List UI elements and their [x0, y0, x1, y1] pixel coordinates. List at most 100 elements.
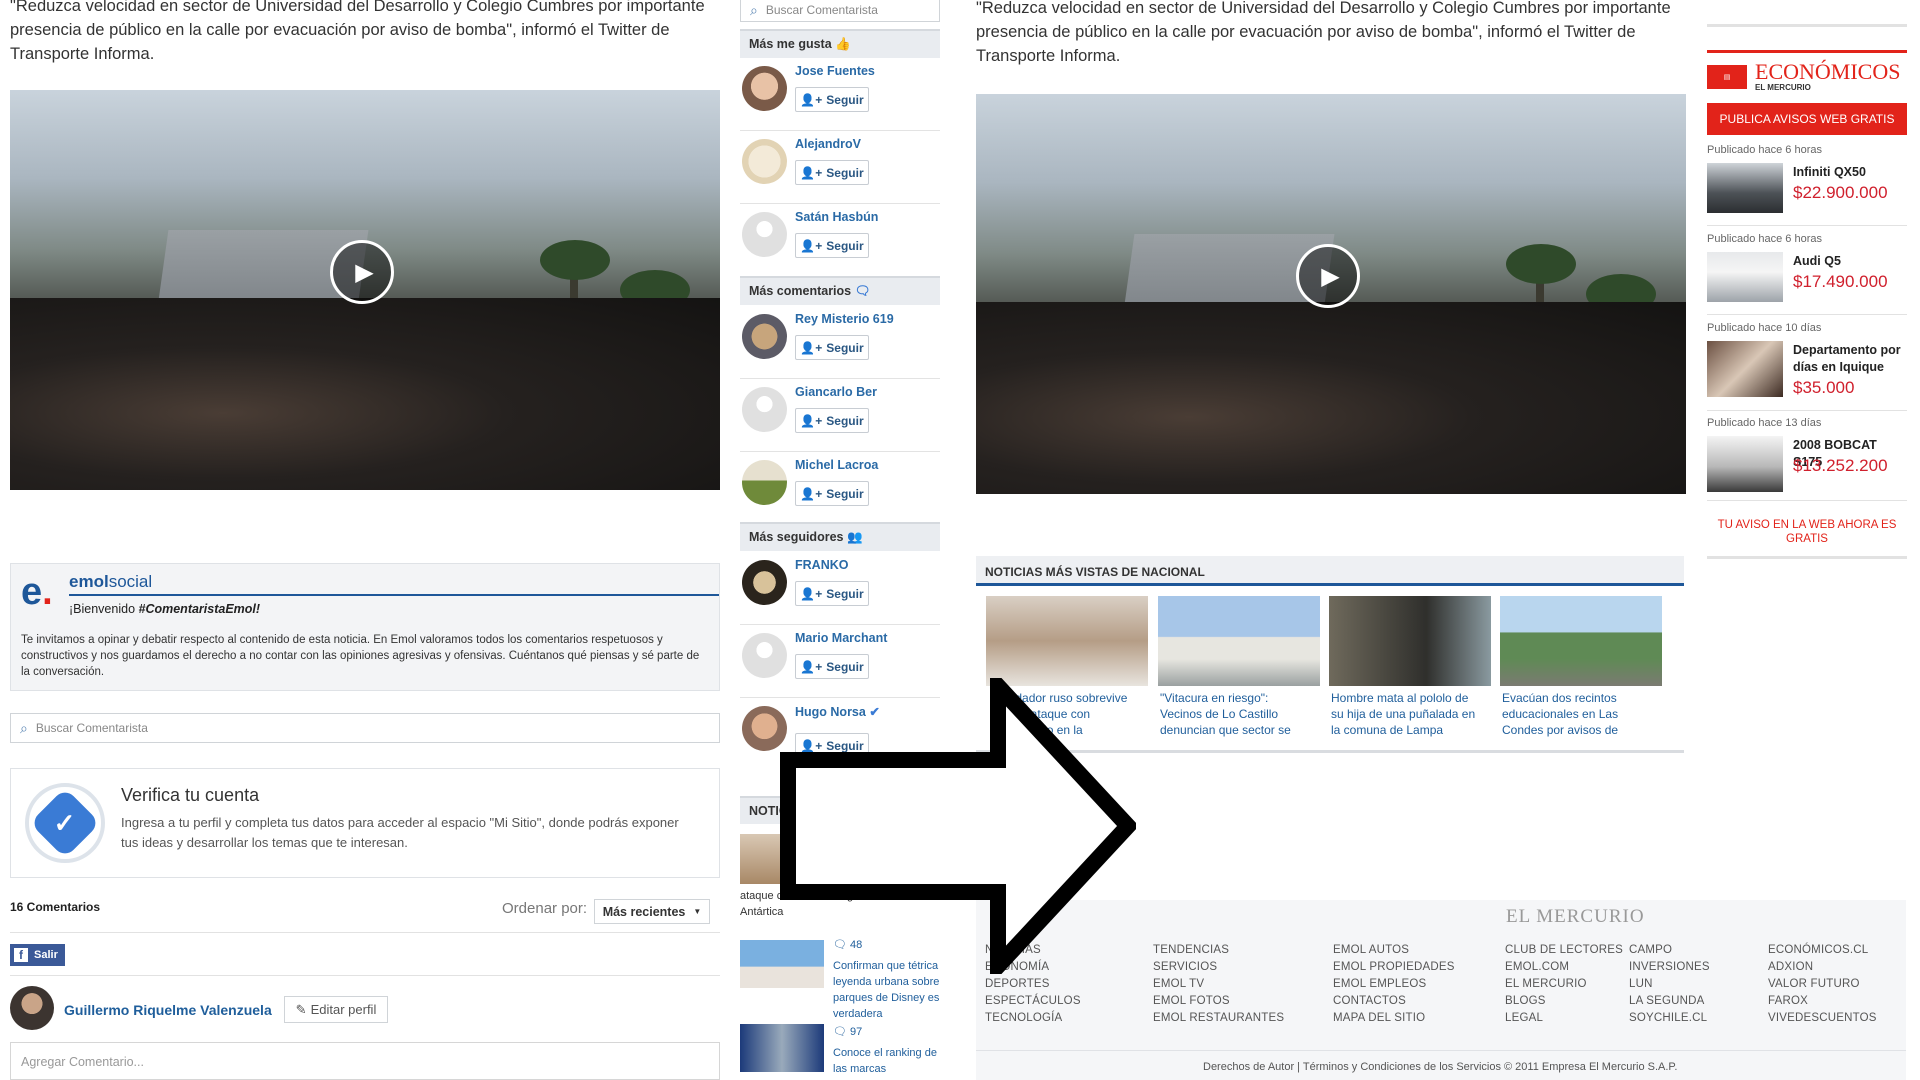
avatar[interactable] — [742, 212, 787, 257]
mas-seguidores-section: Más seguidores 👥 — [740, 522, 940, 551]
user-avatar[interactable] — [10, 986, 54, 1030]
add-user-icon: 👤+ — [800, 586, 823, 601]
comment-input[interactable]: Agregar Comentario... — [10, 1042, 720, 1080]
search-icon: ⌕ — [20, 719, 28, 736]
news-thumb[interactable] — [986, 596, 1148, 686]
follow-button[interactable]: 👤+ Seguir — [795, 335, 869, 360]
play-button[interactable]: ▶ — [330, 240, 394, 304]
list-item: Rey Misterio 619 👤+ Seguir — [740, 306, 940, 379]
news-thumb[interactable] — [740, 1024, 824, 1072]
econ-item[interactable]: Publicado hace 10 días Departamento por … — [1707, 322, 1907, 397]
order-label: Ordenar por: — [502, 900, 588, 917]
machine-thumb — [1707, 436, 1783, 492]
arrow-right-icon — [780, 678, 1136, 974]
follow-button[interactable]: 👤+ Seguir — [795, 481, 869, 506]
avatar[interactable] — [742, 139, 787, 184]
news-thumb[interactable] — [1329, 596, 1491, 686]
sidebar-news-2[interactable]: Conoce el ranking de las marcas — [833, 1045, 943, 1077]
add-user-icon: 👤+ — [800, 486, 823, 501]
verify-account-box: ✓ Verifica tu cuenta Ingresa a tu perfil… — [10, 768, 720, 878]
mas-comentarios-list: Rey Misterio 619 👤+ Seguir Giancarlo Ber 👤+… — [740, 306, 940, 526]
mas-comentarios-section: Más comentarios 🗨 — [740, 276, 940, 305]
facebook-logout-button[interactable]: f Salir — [10, 944, 65, 966]
economicos-logo[interactable]: ▤ ECONÓMICOS EL MERCURIO — [1707, 50, 1907, 92]
play-icon: ▶ — [1321, 262, 1340, 290]
comments-count: 16 Comentarios — [10, 900, 101, 914]
news-thumb[interactable] — [1500, 596, 1662, 686]
list-item: Michel Lacroa 👤+ Seguir — [740, 452, 940, 525]
footer-copyright[interactable]: Derechos de Autor | Términos y Condicion… — [1203, 1061, 1677, 1073]
article-lede-left: "Reduzca velocidad en sector de Universi… — [10, 0, 705, 63]
emolsocial-brand: emolsocial — [69, 572, 153, 591]
econ-item[interactable]: Publicado hace 6 horas Audi Q5 $17.490.0… — [1707, 233, 1907, 302]
footer-col-1: TENDENCIAS SERVICIOS EMOL TV EMOL FOTOS EMOL… — [1153, 944, 1285, 1024]
footer-col-2: EMOL AUTOS EMOL PROPIEDADES EMOL EMPLEOS CO… — [1333, 944, 1455, 1024]
mas-vistas-item-1[interactable]: "Vitacura en riesgo": Vecinos de Lo Cast… — [1160, 690, 1310, 738]
video-player-right[interactable]: ▶ — [976, 94, 1686, 494]
followers-icon: 👥 — [846, 530, 863, 544]
follow-button[interactable]: 👤+ Seguir — [795, 160, 869, 185]
sidebar-search-input[interactable]: ⌕ Buscar Comentarista — [740, 0, 940, 22]
add-user-icon: 👤+ — [800, 659, 823, 674]
avatar[interactable] — [742, 560, 787, 605]
news-thumb[interactable] — [1158, 596, 1320, 686]
facebook-icon: f — [14, 948, 28, 962]
avatar[interactable] — [742, 460, 787, 505]
econ-item[interactable]: Publicado hace 13 días 2008 BOBCAT S175 … — [1707, 417, 1907, 492]
welcome-text: ¡Bienvenido #ComentaristaEmol! — [69, 602, 261, 616]
avatar[interactable] — [742, 66, 787, 111]
footer-col-5: ECONÓMICOS.CL ADXION VALOR FUTURO FAROX VIVE… — [1768, 944, 1877, 1024]
follow-button[interactable]: 👤+ Seguir — [795, 581, 869, 606]
add-user-icon: 👤+ — [800, 165, 823, 180]
emol-logo: e. — [21, 571, 53, 613]
comment-icon: 🗨 — [833, 1026, 847, 1038]
econ-footer-cta[interactable]: TU AVISO EN LA WEB AHORA ES GRATIS — [1707, 518, 1907, 546]
play-icon: ▶ — [355, 258, 374, 286]
avatar[interactable] — [742, 633, 787, 678]
mas-me-gusta-list: Jose Fuentes 👤+ Seguir AlejandroV 👤+ Seguir … — [740, 58, 940, 278]
comment-count: 🗨 97 — [833, 1026, 863, 1038]
car-thumb — [1707, 163, 1783, 213]
user-name[interactable]: Guillermo Riquelme Valenzuela — [64, 1002, 272, 1018]
follow-button[interactable]: 👤+ Seguir — [795, 408, 869, 433]
list-item: Satán Hasbún 👤+ Seguir — [740, 204, 940, 277]
search-icon: ⌕ — [750, 1, 758, 18]
play-button[interactable]: ▶ — [1296, 244, 1360, 308]
mas-vistas-item-3[interactable]: Evacúan dos recintos educacionales en La… — [1502, 690, 1652, 738]
add-user-icon: 👤+ — [800, 92, 823, 107]
apartment-thumb — [1707, 341, 1783, 397]
comment-icon: 🗨 — [854, 284, 871, 298]
car-thumb — [1707, 252, 1783, 302]
avatar[interactable] — [742, 314, 787, 359]
pencil-icon: ✎ — [295, 1001, 307, 1017]
list-item: AlejandroV 👤+ Seguir — [740, 131, 940, 204]
video-player-left[interactable]: ▶ — [10, 90, 720, 490]
verify-text: Ingresa a tu perfil y completa tus datos… — [121, 815, 679, 850]
add-user-icon: 👤+ — [800, 238, 823, 253]
verified-badge-icon: ✓ — [25, 783, 105, 863]
emolsocial-intro: Te invitamos a opinar y debatir respecto… — [21, 634, 700, 678]
follow-button[interactable]: 👤+ Seguir — [795, 87, 869, 112]
footer-col-4: CAMPO INVERSIONES LUN LA SEGUNDA SOYCHILE.CL — [1629, 944, 1710, 1024]
econ-item[interactable]: Publicado hace 6 horas Infiniti QX50 $22… — [1707, 144, 1907, 213]
add-user-icon: 👤+ — [800, 413, 823, 428]
mas-me-gusta-section: Más me gusta 👍 — [740, 29, 940, 58]
publish-ads-button[interactable]: PUBLICA AVISOS WEB GRATIS — [1707, 103, 1907, 135]
mas-vistas-header: NOTICIAS MÁS VISTAS DE NACIONAL — [976, 556, 1684, 586]
avatar[interactable] — [742, 387, 787, 432]
list-item: Jose Fuentes 👤+ Seguir — [740, 58, 940, 131]
footer-col-3: CLUB DE LECTORES EMOL.COM EL MERCURIO BLOGS… — [1505, 944, 1624, 1024]
edit-profile-button[interactable]: ✎ Editar perfil — [284, 996, 388, 1023]
caret-down-icon: ▼ — [693, 907, 702, 916]
order-select[interactable]: Más recientes ▼ — [594, 899, 710, 924]
verify-title: Verifica tu cuenta — [121, 785, 260, 805]
emolsocial-box: e. emolsocial ¡Bienvenido #ComentaristaE… — [10, 563, 720, 691]
comment-search-input[interactable]: ⌕ Buscar Comentarista — [10, 713, 720, 743]
footer-brand: EL MERCURIO — [1506, 906, 1645, 927]
mas-vistas-item-2[interactable]: Hombre mata al pololo de su hija de una … — [1331, 690, 1481, 738]
follow-button[interactable]: 👤+ Seguir — [795, 654, 869, 679]
follow-button[interactable]: 👤+ Seguir — [795, 233, 869, 258]
list-item: FRANKO 👤+ Seguir — [740, 552, 940, 625]
article-lede-right: "Reduzca velocidad en sector de Universi… — [976, 0, 1671, 65]
list-item: Giancarlo Ber 👤+ Seguir — [740, 379, 940, 452]
